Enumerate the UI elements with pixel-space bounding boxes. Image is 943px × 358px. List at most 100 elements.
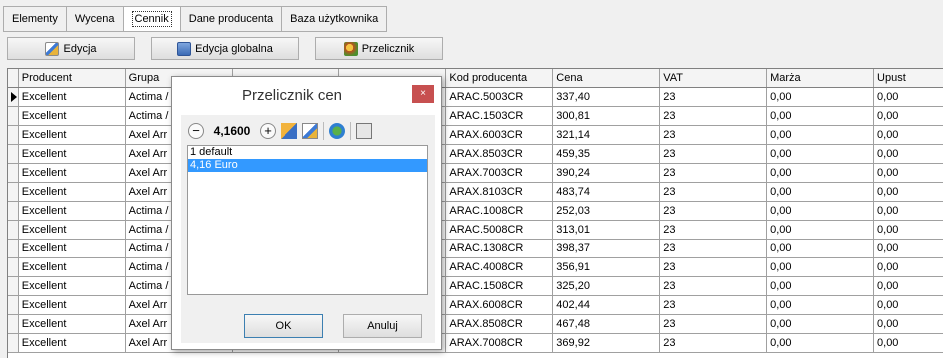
table-cell[interactable]: 23 bbox=[659, 276, 768, 297]
table-cell[interactable]: 23 bbox=[659, 87, 768, 108]
global-edit-button[interactable]: Edycja globalna bbox=[151, 37, 299, 60]
table-cell[interactable]: 0,00 bbox=[766, 87, 875, 108]
table-cell[interactable]: 325,20 bbox=[552, 276, 661, 297]
table-row[interactable]: Excellent Axel Arr ARAX.8103CR 483,74 23 0,00… bbox=[8, 182, 943, 202]
table-cell[interactable]: 321,14 bbox=[552, 125, 661, 146]
table-cell[interactable]: Excellent bbox=[18, 163, 126, 183]
table-cell[interactable]: 483,74 bbox=[552, 182, 661, 202]
converter-button[interactable]: Przelicznik bbox=[315, 37, 443, 60]
table-cell[interactable]: 23 bbox=[659, 314, 768, 334]
table-cell[interactable]: ARAX.6008CR bbox=[445, 295, 554, 316]
table-cell[interactable]: 0,00 bbox=[873, 333, 943, 353]
table-cell[interactable]: Excellent bbox=[18, 276, 126, 297]
table-cell[interactable]: Excellent bbox=[18, 201, 126, 221]
table-row[interactable]: Excellent Actima / ARAC.4008CR 356,91 23 0,00… bbox=[8, 257, 943, 278]
table-cell[interactable]: ARAX.8103CR bbox=[445, 182, 554, 202]
decrement-button[interactable]: − bbox=[188, 123, 204, 139]
refresh-icon[interactable] bbox=[329, 123, 345, 139]
table-cell[interactable]: 459,35 bbox=[552, 144, 661, 164]
table-cell[interactable]: Excellent bbox=[18, 333, 126, 353]
tab-4[interactable]: Baza użytkownika bbox=[281, 6, 388, 32]
table-cell[interactable]: 23 bbox=[659, 295, 768, 316]
table-cell[interactable]: 0,00 bbox=[873, 163, 943, 183]
table-row[interactable]: Excellent Actima / ARAC.5003CR 337,40 23 0,00… bbox=[8, 87, 943, 108]
rate-value[interactable]: 4,1600 bbox=[209, 124, 255, 138]
table-cell[interactable]: Excellent bbox=[18, 314, 126, 334]
table-cell[interactable]: 0,00 bbox=[766, 220, 875, 240]
table-cell[interactable]: ARAC.1508CR bbox=[445, 276, 554, 297]
table-cell[interactable]: 23 bbox=[659, 163, 768, 183]
table-cell[interactable]: Excellent bbox=[18, 87, 126, 108]
table-cell[interactable]: ARAX.8508CR bbox=[445, 314, 554, 334]
column-header[interactable]: Producent bbox=[18, 69, 126, 89]
table-cell[interactable]: 0,00 bbox=[766, 239, 875, 259]
table-cell[interactable]: 398,37 bbox=[552, 239, 661, 259]
add-icon[interactable] bbox=[281, 123, 297, 139]
table-row[interactable]: Excellent Actima / ARAC.1503CR 300,81 23 0,00… bbox=[8, 106, 943, 127]
table-cell[interactable]: ARAC.5003CR bbox=[445, 87, 554, 108]
table-row[interactable]: Excellent Actima / ARAC.1508CR 325,20 23 0,00… bbox=[8, 276, 943, 297]
table-cell[interactable]: 23 bbox=[659, 220, 768, 240]
increment-button[interactable]: + bbox=[260, 123, 276, 139]
table-cell[interactable]: 23 bbox=[659, 333, 768, 353]
close-button[interactable]: × bbox=[412, 85, 434, 103]
tab-2[interactable]: Cennik bbox=[122, 6, 180, 32]
ok-button[interactable]: OK bbox=[244, 314, 323, 338]
tab-1[interactable]: Wycena bbox=[65, 6, 123, 32]
table-cell[interactable]: 0,00 bbox=[873, 201, 943, 221]
edit-button[interactable]: Edycja bbox=[7, 37, 135, 60]
table-cell[interactable]: 0,00 bbox=[766, 125, 875, 146]
table-cell[interactable]: ARAX.7008CR bbox=[445, 333, 554, 353]
table-cell[interactable]: 0,00 bbox=[766, 314, 875, 334]
table-row[interactable]: Excellent Axel Arr ARAX.7003CR 390,24 23 0,00… bbox=[8, 163, 943, 183]
table-cell[interactable]: ARAX.7003CR bbox=[445, 163, 554, 183]
table-row[interactable]: Excellent Axel Arr ARAX.8503CR 459,35 23 0,00… bbox=[8, 144, 943, 164]
table-cell[interactable]: 0,00 bbox=[766, 163, 875, 183]
table-cell[interactable]: 0,00 bbox=[873, 87, 943, 108]
table-row[interactable]: Excellent Actima / ARAC.1308CR 398,37 23 0,00… bbox=[8, 239, 943, 259]
table-cell[interactable]: 0,00 bbox=[873, 144, 943, 164]
table-row[interactable]: Excellent Axel Arr ARAX.6003CR 321,14 23 0,00… bbox=[8, 125, 943, 146]
table-row[interactable]: Excellent Axel Arr ARAX.6008CR 402,44 23 0,00… bbox=[8, 295, 943, 316]
table-cell[interactable]: 0,00 bbox=[766, 257, 875, 278]
table-cell[interactable]: 0,00 bbox=[766, 333, 875, 353]
table-cell[interactable]: ARAC.4008CR bbox=[445, 257, 554, 278]
table-cell[interactable]: 0,00 bbox=[873, 182, 943, 202]
table-cell[interactable]: 0,00 bbox=[873, 106, 943, 127]
table-cell[interactable]: 300,81 bbox=[552, 106, 661, 127]
table-cell[interactable]: 402,44 bbox=[552, 295, 661, 316]
tab-0[interactable]: Elementy bbox=[3, 6, 66, 32]
table-cell[interactable]: 23 bbox=[659, 201, 768, 221]
table-cell[interactable]: Excellent bbox=[18, 144, 126, 164]
table-cell[interactable]: Excellent bbox=[18, 295, 126, 316]
table-cell[interactable]: Excellent bbox=[18, 239, 126, 259]
table-cell[interactable]: ARAX.6003CR bbox=[445, 125, 554, 146]
column-header[interactable]: Cena bbox=[552, 69, 661, 89]
table-row[interactable]: Excellent Actima / ARAC.5008CR 313,01 23 0,00… bbox=[8, 220, 943, 240]
table-cell[interactable]: 23 bbox=[659, 125, 768, 146]
table-cell[interactable]: ARAC.5008CR bbox=[445, 220, 554, 240]
table-cell[interactable]: ARAC.1503CR bbox=[445, 106, 554, 127]
table-cell[interactable]: Excellent bbox=[18, 182, 126, 202]
table-cell[interactable]: 0,00 bbox=[766, 276, 875, 297]
table-cell[interactable]: 337,40 bbox=[552, 87, 661, 108]
table-cell[interactable]: 313,01 bbox=[552, 220, 661, 240]
table-cell[interactable]: 467,48 bbox=[552, 314, 661, 334]
cancel-button[interactable]: Anuluj bbox=[343, 314, 422, 338]
table-cell[interactable]: 0,00 bbox=[873, 220, 943, 240]
column-header[interactable]: Upust bbox=[873, 69, 943, 89]
delete-icon[interactable] bbox=[356, 123, 372, 139]
table-cell[interactable]: 0,00 bbox=[873, 314, 943, 334]
table-cell[interactable]: 23 bbox=[659, 257, 768, 278]
table-cell[interactable]: 356,91 bbox=[552, 257, 661, 278]
table-cell[interactable]: 23 bbox=[659, 144, 768, 164]
table-cell[interactable]: 23 bbox=[659, 106, 768, 127]
rate-list-item[interactable]: 1 default bbox=[188, 146, 427, 159]
table-cell[interactable]: 252,03 bbox=[552, 201, 661, 221]
table-cell[interactable]: 369,92 bbox=[552, 333, 661, 353]
table-cell[interactable]: 0,00 bbox=[766, 295, 875, 316]
table-cell[interactable]: 0,00 bbox=[873, 276, 943, 297]
table-row[interactable]: Excellent Actima / ARAC.1008CR 252,03 23 0,00… bbox=[8, 201, 943, 221]
edit-icon[interactable] bbox=[302, 123, 318, 139]
table-cell[interactable]: Excellent bbox=[18, 257, 126, 278]
